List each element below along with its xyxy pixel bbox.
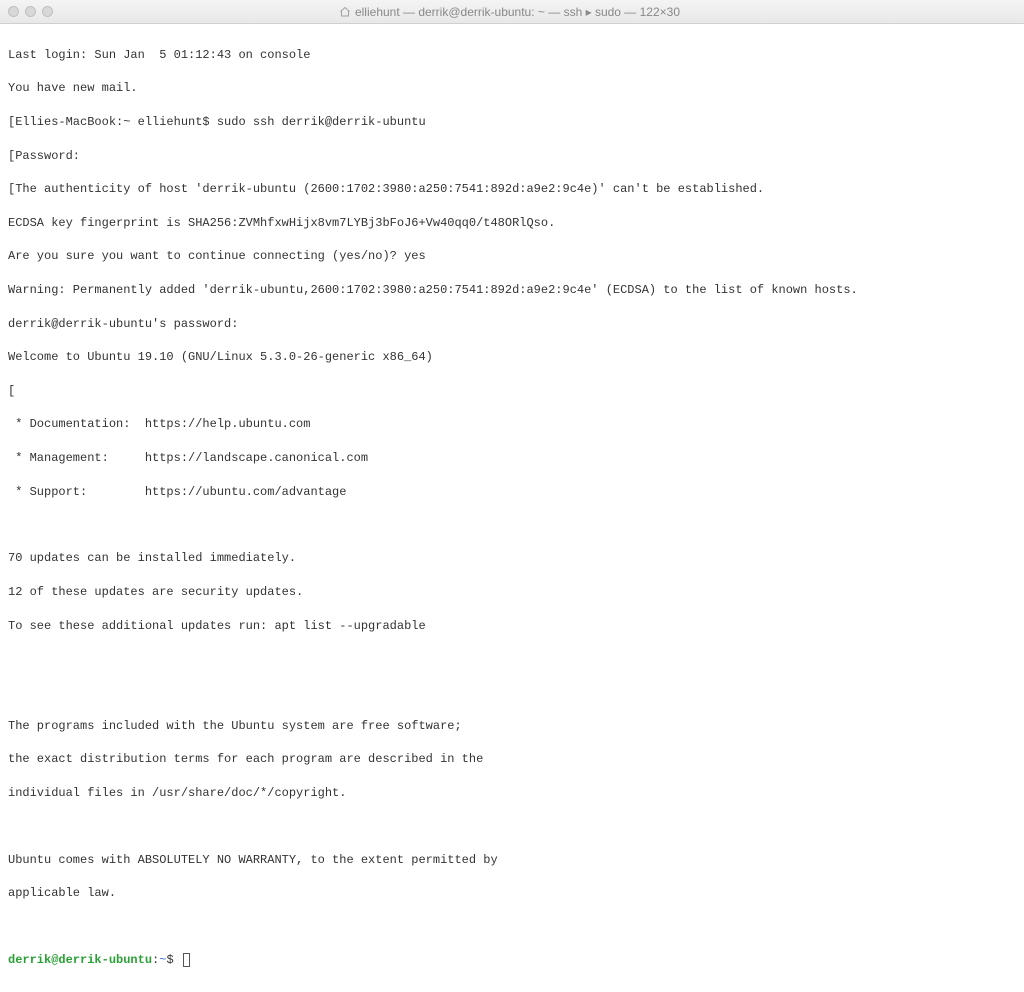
- terminal-line: [8, 919, 1016, 936]
- terminal-line: The programs included with the Ubuntu sy…: [8, 718, 1016, 735]
- home-icon: [339, 6, 351, 18]
- terminal-line: [8, 684, 1016, 701]
- prompt-dollar: $: [166, 953, 173, 967]
- terminal-line: Ubuntu comes with ABSOLUTELY NO WARRANTY…: [8, 852, 1016, 869]
- traffic-lights: [8, 6, 53, 17]
- terminal-line: ECDSA key fingerprint is SHA256:ZVMhfxwH…: [8, 215, 1016, 232]
- window-title-container: elliehunt — derrik@derrik-ubuntu: ~ — ss…: [53, 5, 966, 19]
- window-title: elliehunt — derrik@derrik-ubuntu: ~ — ss…: [355, 5, 680, 19]
- terminal-line: Last login: Sun Jan 5 01:12:43 on consol…: [8, 47, 1016, 64]
- prompt-path: ~: [159, 953, 166, 967]
- terminal-line: You have new mail.: [8, 80, 1016, 97]
- terminal-line: Warning: Permanently added 'derrik-ubunt…: [8, 282, 1016, 299]
- terminal-line: To see these additional updates run: apt…: [8, 618, 1016, 635]
- terminal-line: individual files in /usr/share/doc/*/cop…: [8, 785, 1016, 802]
- terminal-line: 70 updates can be installed immediately.: [8, 550, 1016, 567]
- window-titlebar: elliehunt — derrik@derrik-ubuntu: ~ — ss…: [0, 0, 1024, 24]
- terminal-line: [Password:: [8, 148, 1016, 165]
- zoom-button[interactable]: [42, 6, 53, 17]
- prompt-user-host: derrik@derrik-ubuntu: [8, 953, 152, 967]
- terminal-line: Welcome to Ubuntu 19.10 (GNU/Linux 5.3.0…: [8, 349, 1016, 366]
- terminal-line: 12 of these updates are security updates…: [8, 584, 1016, 601]
- cursor[interactable]: [183, 953, 190, 967]
- terminal-line: [8, 651, 1016, 668]
- terminal-prompt-line: derrik@derrik-ubuntu:~$: [8, 952, 1016, 969]
- terminal-line: [Ellies-MacBook:~ elliehunt$ sudo ssh de…: [8, 114, 1016, 131]
- terminal-line: * Documentation: https://help.ubuntu.com: [8, 416, 1016, 433]
- terminal-line: [8, 819, 1016, 836]
- terminal-line: * Management: https://landscape.canonica…: [8, 450, 1016, 467]
- terminal-line: [The authenticity of host 'derrik-ubuntu…: [8, 181, 1016, 198]
- terminal-line: [: [8, 383, 1016, 400]
- minimize-button[interactable]: [25, 6, 36, 17]
- terminal-line: applicable law.: [8, 885, 1016, 902]
- terminal-line: the exact distribution terms for each pr…: [8, 751, 1016, 768]
- terminal-line: derrik@derrik-ubuntu's password:: [8, 316, 1016, 333]
- terminal-output[interactable]: Last login: Sun Jan 5 01:12:43 on consol…: [0, 24, 1024, 992]
- terminal-line: Are you sure you want to continue connec…: [8, 248, 1016, 265]
- terminal-line: [8, 517, 1016, 534]
- close-button[interactable]: [8, 6, 19, 17]
- prompt-colon: :: [152, 953, 159, 967]
- terminal-line: * Support: https://ubuntu.com/advantage: [8, 484, 1016, 501]
